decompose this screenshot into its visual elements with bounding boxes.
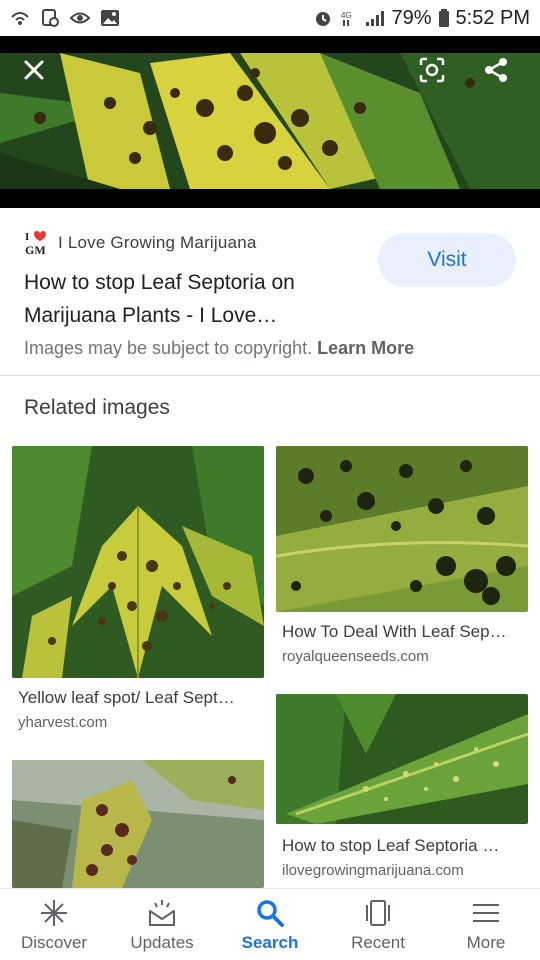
related-image-2-picture [276,446,528,612]
related-image-3[interactable] [276,694,528,824]
hero-image-container [0,36,540,208]
clock: 5:52 PM [455,6,530,29]
nav-updates[interactable]: Updates [108,889,216,960]
source-card: I GM I Love Growing Marijuana How to sto… [0,208,540,376]
site-logo-mark: I GM [25,231,46,257]
related-image-2-domain: royalqueenseeds.com [282,648,429,665]
status-right-icons: 4G 79% 5:52 PM [313,7,530,30]
svg-text:4G: 4G [341,11,352,20]
learn-more-link[interactable]: Learn More [317,338,414,358]
nav-more[interactable]: More [432,889,540,960]
related-image-3-caption[interactable]: How to stop Leaf Septoria … [282,836,524,856]
svg-text:GM: GM [25,243,46,256]
status-bar: 4G 79% 5:52 PM [0,0,540,36]
related-image-3-picture [276,694,528,824]
lens-icon [419,57,445,83]
nav-discover[interactable]: Discover [0,889,108,960]
related-image-1-domain: yharvest.com [18,714,108,731]
site-name: I Love Growing Marijuana [58,233,257,252]
document-icon [42,9,59,27]
gallery-icon [101,10,119,26]
nav-recent-label: Recent [351,933,405,952]
data-icon: 4G [341,11,352,26]
related-image-4-picture [12,760,264,888]
nav-search[interactable]: Search [216,889,324,960]
wifi-call-icon [11,12,29,25]
status-left-icons [10,9,120,27]
recent-icon [366,900,390,926]
close-icon [24,60,44,80]
signal-icon [366,11,385,26]
page-title[interactable]: How to stop Leaf Septoria on Marijuana P… [24,266,364,332]
hero-image[interactable] [0,53,540,189]
battery-percent: 79% [391,6,432,29]
share-icon [485,58,507,82]
search-icon [257,900,284,927]
svg-text:I: I [25,231,29,243]
menu-icon [473,904,499,922]
close-button[interactable] [12,48,56,92]
image-viewer-page: 4G 79% 5:52 PM I GM I Love Growing Marij… [0,0,540,960]
site-logo: I GM [24,230,50,257]
related-image-3-domain: ilovegrowingmarijuana.com [282,862,464,879]
related-image-4[interactable] [12,760,264,888]
bottom-navigation: Discover Updates Search Recent More [0,888,540,960]
alarm-icon [316,12,331,26]
copyright-notice: Images may be subject to copyright. Lear… [24,338,414,359]
inbox-icon [149,900,175,926]
nav-recent[interactable]: Recent [324,889,432,960]
copyright-text: Images may be subject to copyright. [24,338,313,358]
share-button[interactable] [474,48,518,92]
eye-icon [70,12,90,24]
site-row[interactable]: I GM I Love Growing Marijuana [24,230,257,257]
asterisk-icon [41,900,67,926]
nav-search-label: Search [241,933,299,952]
related-image-2-caption[interactable]: How To Deal With Leaf Sep… [282,622,524,642]
related-images-heading: Related images [24,396,170,419]
nav-more-label: More [466,933,506,952]
related-image-1[interactable] [12,446,264,678]
nav-discover-label: Discover [20,933,88,952]
visit-button[interactable]: Visit [378,233,516,287]
nav-updates-label: Updates [130,933,194,952]
related-image-2[interactable] [276,446,528,612]
lens-button[interactable] [410,48,454,92]
related-image-1-picture [12,446,264,678]
related-image-1-caption[interactable]: Yellow leaf spot/ Leaf Sept… [18,688,260,708]
battery-icon [438,9,449,27]
